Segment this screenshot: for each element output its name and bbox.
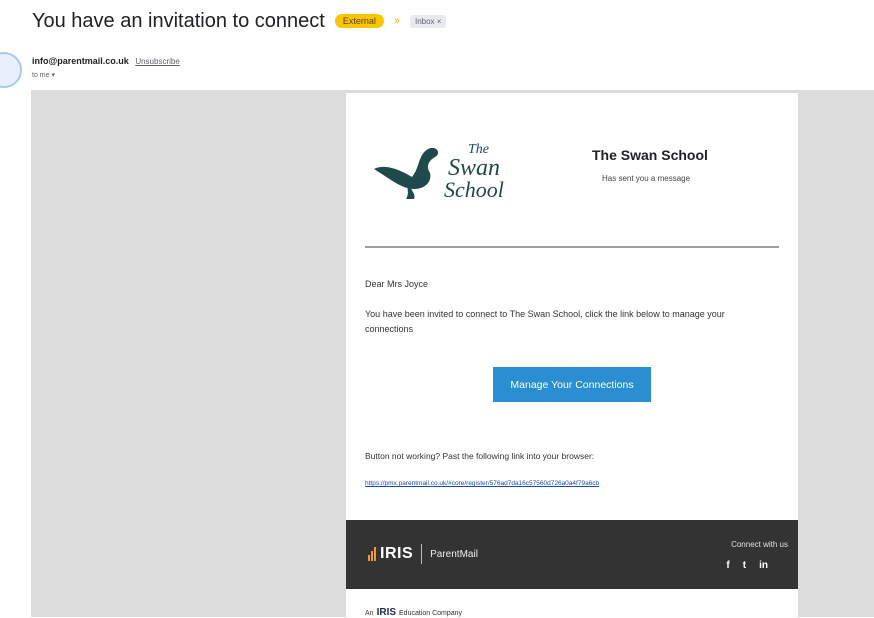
avatar[interactable] bbox=[0, 52, 22, 88]
external-label[interactable]: External bbox=[334, 14, 384, 28]
email-subject: You have an invitation to connect bbox=[32, 9, 325, 32]
email-card: The Swan School The Swan School Has sent… bbox=[346, 93, 798, 618]
parentmail-brand: ParentMail bbox=[430, 548, 478, 560]
unsubscribe-link[interactable]: Unsubscribe bbox=[135, 57, 179, 66]
important-marker-icon[interactable]: » bbox=[394, 15, 400, 27]
greeting: Dear Mrs Joyce bbox=[365, 279, 429, 289]
register-link[interactable]: https://pmx.parentmail.co.uk/#core/regis… bbox=[365, 480, 599, 487]
inbox-label[interactable]: Inbox × bbox=[409, 14, 447, 28]
sender-line: info@parentmail.co.uk Unsubscribe bbox=[32, 56, 180, 66]
facebook-icon[interactable]: f bbox=[726, 560, 729, 571]
logo-word-school: School bbox=[444, 177, 504, 202]
body-text: You have been invited to connect to The … bbox=[365, 309, 725, 334]
company-tagline: An IRIS Education Company bbox=[365, 607, 462, 618]
subject-row: You have an invitation to connect Extern… bbox=[32, 8, 447, 34]
school-name: The Swan School bbox=[592, 147, 708, 163]
fallback-text: Button not working? Past the following l… bbox=[365, 451, 595, 461]
iris-parentmail-logo: IRIS ParentMail bbox=[368, 544, 478, 564]
email-footer: IRIS ParentMail Connect with us f t in bbox=[346, 520, 798, 589]
recipient-label: to me bbox=[32, 72, 50, 79]
social-links: f t in bbox=[713, 560, 768, 571]
sent-message: Has sent you a message bbox=[602, 174, 691, 183]
chevron-down-icon: ▾ bbox=[51, 72, 55, 79]
recipient-details-toggle[interactable]: to me ▾ bbox=[32, 71, 55, 79]
twitter-icon[interactable]: t bbox=[743, 560, 746, 571]
iris-bars-icon bbox=[368, 547, 377, 561]
connect-label: Connect with us bbox=[731, 540, 788, 549]
company-brand: IRIS bbox=[376, 607, 397, 618]
logo-separator bbox=[421, 544, 423, 564]
iris-brand: IRIS bbox=[380, 545, 414, 562]
divider bbox=[365, 246, 779, 248]
linkedin-icon[interactable]: in bbox=[759, 560, 768, 571]
sender-email[interactable]: info@parentmail.co.uk bbox=[32, 56, 129, 66]
company-prefix: An bbox=[365, 610, 374, 617]
swan-school-logo: The Swan School bbox=[374, 142, 504, 202]
company-suffix: Education Company bbox=[399, 610, 463, 617]
swan-logo-icon bbox=[374, 147, 439, 199]
manage-connections-button[interactable]: Manage Your Connections bbox=[493, 367, 651, 402]
